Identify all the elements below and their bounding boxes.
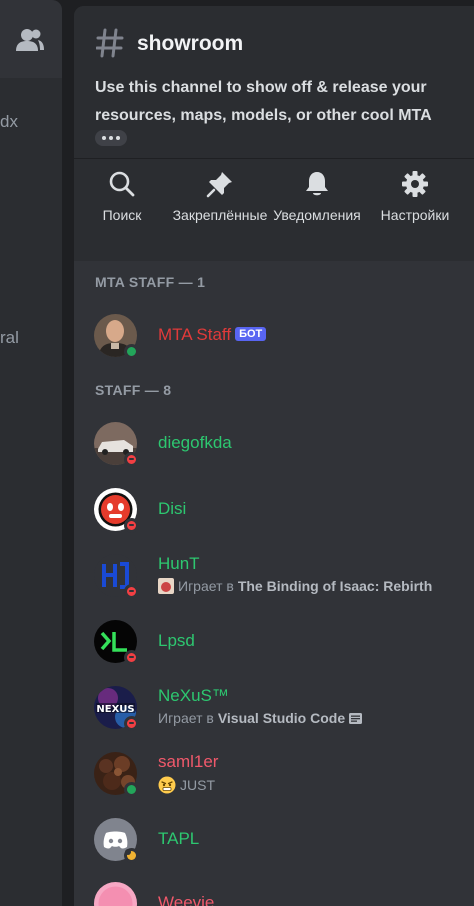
member-name: saml1er (158, 752, 219, 771)
status-online (124, 782, 139, 797)
member-name: NeXuS™ (158, 686, 229, 705)
channel-name: showroom (137, 32, 244, 55)
left-channel-fragment[interactable]: dx (0, 112, 18, 132)
member-name: Disi (158, 499, 187, 518)
notifications-label: Уведомления (273, 207, 361, 223)
members-icon[interactable] (16, 28, 44, 52)
topic-more-button[interactable] (95, 130, 127, 146)
gear-icon (402, 171, 428, 197)
notifications-button[interactable]: Уведомления (270, 170, 364, 226)
status-dnd (124, 716, 139, 731)
status-dnd (124, 452, 139, 467)
game-icon (158, 578, 174, 594)
custom-status: JUST (158, 776, 215, 794)
pinned-label: Закреплённые (172, 207, 268, 223)
member-name: diegofkda (158, 433, 232, 452)
member-row[interactable]: NEXUS NeXuS™ Играет в Visual Studio Code (94, 686, 464, 738)
bot-badge: БОТ (235, 327, 267, 341)
status-dnd (124, 584, 139, 599)
rich-presence-icon (349, 712, 363, 724)
angry-emoji-icon (158, 776, 176, 794)
member-group-header: MTA STAFF — 1 (95, 274, 206, 290)
left-channel-fragment[interactable]: ral (0, 328, 19, 348)
member-row[interactable]: HunT Играет в The Binding of Isaac: Rebi… (94, 554, 464, 606)
search-button[interactable]: Поиск (96, 170, 148, 226)
left-header (0, 0, 62, 78)
pinned-button[interactable]: Закреплённые (170, 170, 270, 226)
member-row[interactable]: saml1er JUST (94, 752, 464, 804)
member-name: Lpsd (158, 631, 195, 650)
member-row[interactable]: Disi (94, 488, 464, 540)
search-label: Поиск (102, 207, 142, 223)
channel-header: showroom Use this channel to show off & … (74, 6, 474, 261)
search-icon (109, 171, 135, 197)
member-name: MTA Staff БОТ (158, 325, 267, 345)
channel-info-panel: showroom Use this channel to show off & … (74, 6, 474, 906)
divider (74, 158, 474, 159)
member-name: Weevie (158, 893, 215, 906)
member-row[interactable]: MTA Staff БОТ (94, 314, 464, 366)
member-row[interactable]: TAPL (94, 818, 464, 870)
avatar (94, 882, 137, 906)
member-group-header: STAFF — 8 (95, 382, 172, 398)
svg-text:NEXUS: NEXUS (96, 704, 134, 715)
status-dnd (124, 518, 139, 533)
status-idle (124, 848, 139, 863)
member-name: TAPL (158, 829, 200, 848)
status-dnd (124, 650, 139, 665)
hash-icon (96, 28, 124, 58)
member-row[interactable]: Weevie (94, 882, 464, 906)
activity-status: Играет в Visual Studio Code (158, 710, 363, 726)
settings-button[interactable]: Настройки (374, 170, 456, 226)
left-sidebar (0, 0, 62, 906)
member-name: HunT (158, 554, 200, 573)
channel-topic[interactable]: Use this channel to show off & release y… (95, 74, 455, 130)
pin-icon (206, 172, 232, 198)
member-row[interactable]: Lpsd (94, 620, 464, 672)
settings-label: Настройки (380, 207, 450, 223)
member-row[interactable]: diegofkda (94, 422, 464, 474)
status-online (124, 344, 139, 359)
activity-status: Играет в The Binding of Isaac: Rebirth (158, 578, 432, 594)
bell-icon (306, 172, 328, 196)
